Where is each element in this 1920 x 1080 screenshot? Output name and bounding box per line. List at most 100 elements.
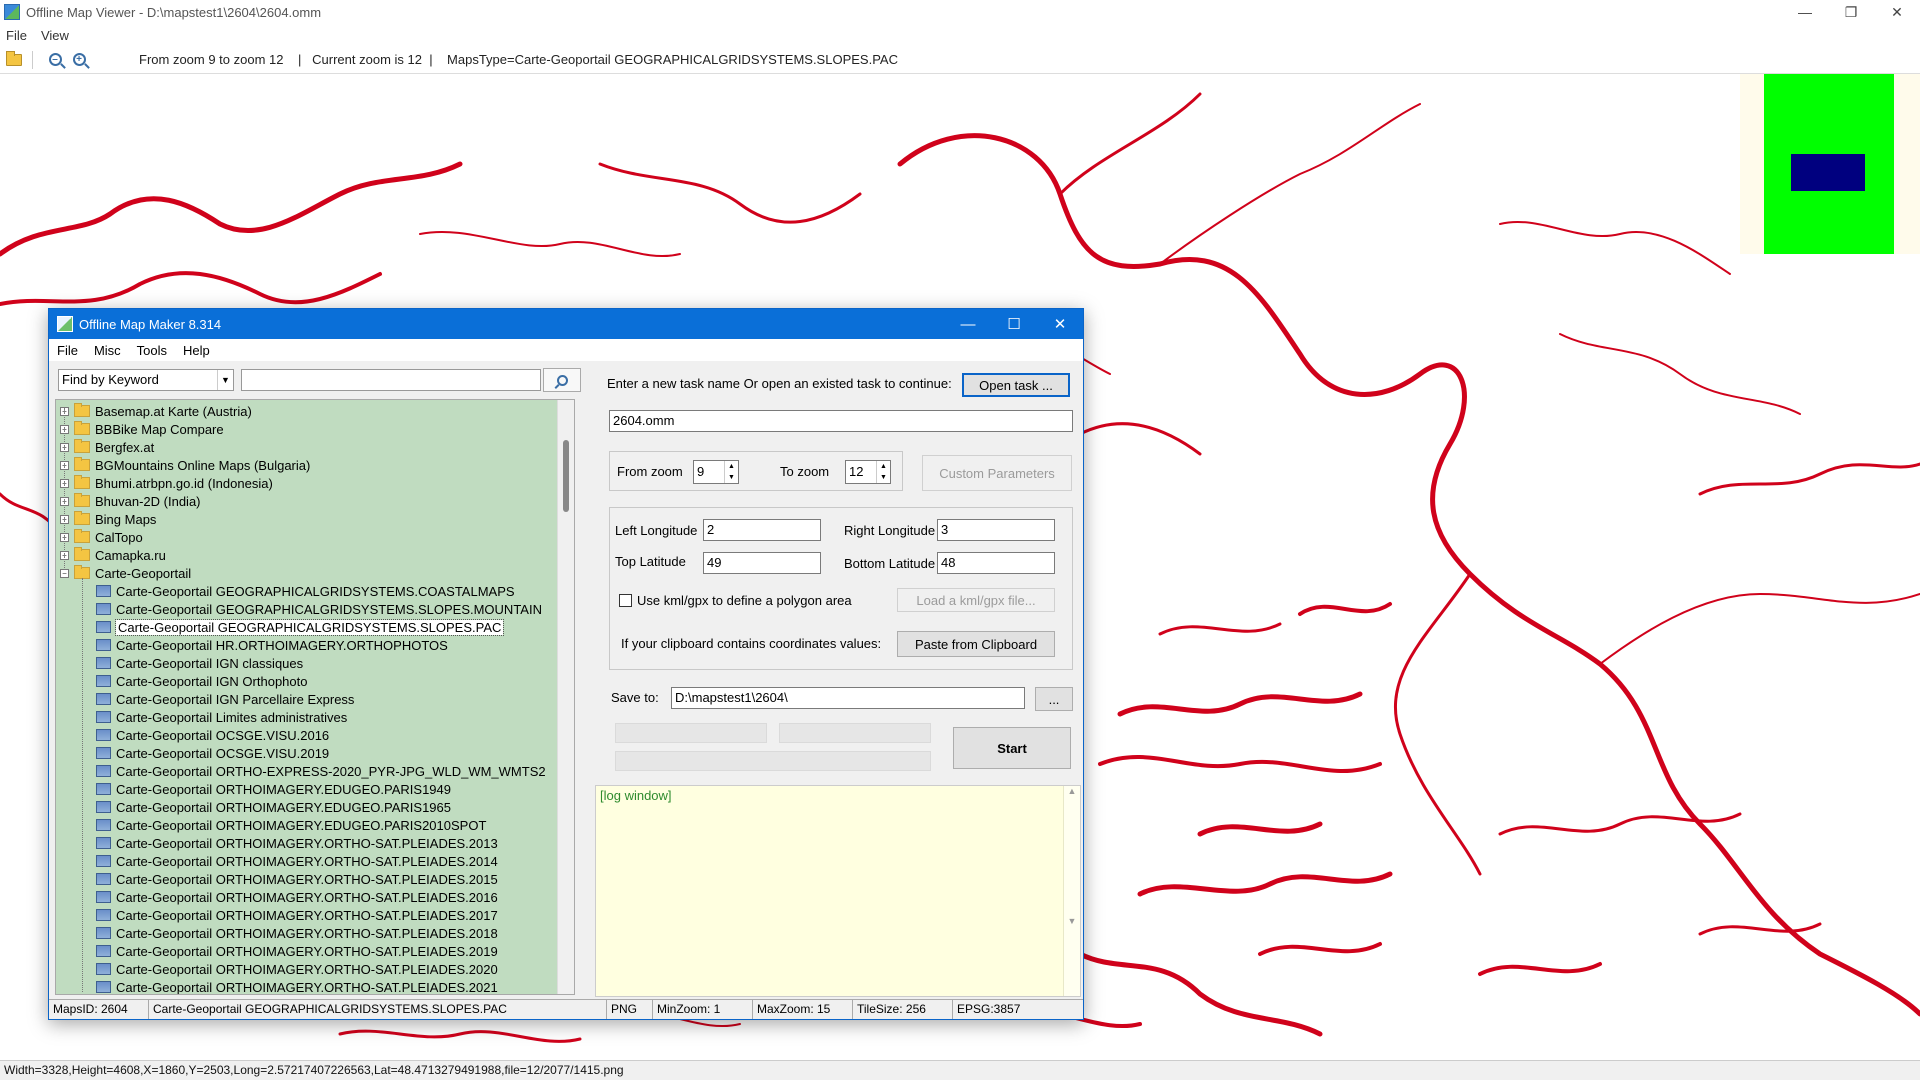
from-zoom-stepper[interactable]: 9 ▲ ▼ [693,460,739,484]
tree-map-item[interactable]: Carte-Geoportail GEOGRAPHICALGRIDSYSTEMS… [96,582,515,600]
paste-clipboard-button[interactable]: Paste from Clipboard [897,631,1055,657]
tree-map-item[interactable]: Carte-Geoportail ORTHOIMAGERY.ORTHO-SAT.… [96,870,498,888]
spin-down-icon[interactable]: ▼ [877,472,890,483]
tree-map-item[interactable]: Carte-Geoportail IGN Orthophoto [96,672,307,690]
menu-view[interactable]: View [41,28,69,43]
tree-map-item[interactable]: Carte-Geoportail ORTHOIMAGERY.EDUGEO.PAR… [96,780,451,798]
overview-minimap[interactable] [1740,74,1920,254]
tree-item-label: Basemap.at Karte (Austria) [95,403,252,419]
tree-folder[interactable]: + Bergfex.at [60,438,154,456]
close-icon[interactable]: ✕ [1874,0,1920,24]
tree-map-item[interactable]: Carte-Geoportail OCSGE.VISU.2019 [96,744,329,762]
to-zoom-stepper[interactable]: 12 ▲ ▼ [845,460,891,484]
tree-map-item[interactable]: Carte-Geoportail ORTHOIMAGERY.ORTHO-SAT.… [96,924,498,942]
tree-map-item[interactable]: Carte-Geoportail GEOGRAPHICALGRIDSYSTEMS… [96,600,542,618]
tree-folder[interactable]: + BGMountains Online Maps (Bulgaria) [60,456,310,474]
spin-down-icon[interactable]: ▼ [725,472,738,483]
custom-parameters-button[interactable]: Custom Parameters [922,455,1072,491]
tree-map-item[interactable]: Carte-Geoportail IGN classiques [96,654,303,672]
tree-item-label: Carte-Geoportail [95,565,192,581]
tree-item-label: BBBike Map Compare [95,421,224,437]
tree-map-item[interactable]: Carte-Geoportail GEOGRAPHICALGRIDSYSTEMS… [96,618,505,636]
tree-folder[interactable]: + Bing Maps [60,510,156,528]
map-layer-icon [96,783,111,795]
log-scrollbar[interactable]: ▲ ▼ [1063,786,1080,996]
restore-icon[interactable]: ❐ [1828,0,1874,24]
search-button[interactable] [543,368,581,392]
tree-map-item[interactable]: Carte-Geoportail ORTHOIMAGERY.ORTHO-SAT.… [96,942,498,960]
bottom-latitude-input[interactable]: 48 [937,552,1055,574]
save-to-label: Save to: [611,690,659,705]
tree-map-item[interactable]: Carte-Geoportail ORTHOIMAGERY.ORTHO-SAT.… [96,888,498,906]
tree-map-item[interactable]: Carte-Geoportail ORTHOIMAGERY.EDUGEO.PAR… [96,798,451,816]
tree-map-item[interactable]: Carte-Geoportail OCSGE.VISU.2016 [96,726,329,744]
minimize-icon[interactable]: — [1782,0,1828,24]
tree-item-label: Carte-Geoportail GEOGRAPHICALGRIDSYSTEMS… [116,601,542,617]
dialog-close-icon[interactable]: ✕ [1037,309,1083,339]
load-kml-button[interactable]: Load a kml/gpx file... [897,588,1055,612]
tree-map-item[interactable]: Carte-Geoportail Limites administratives [96,708,347,726]
log-window[interactable]: [log window] ▲ ▼ [595,785,1081,997]
tree-map-item[interactable]: Carte-Geoportail IGN Parcellaire Express [96,690,354,708]
tree-folder[interactable]: + Basemap.at Karte (Austria) [60,402,252,420]
find-mode-select[interactable]: Find by Keyword ▼ [58,369,234,391]
zoom-out-icon[interactable]: – [45,50,65,70]
zoom-in-icon[interactable]: + [69,50,89,70]
tree-folder[interactable]: − Carte-Geoportail [60,564,191,582]
viewer-title: Offline Map Viewer - D:\mapstest1\2604\2… [26,4,322,20]
spin-up-icon[interactable]: ▲ [877,461,890,472]
dialog-minimize-icon[interactable]: — [945,309,991,339]
viewer-toolbar: – + From zoom 9 to zoom 12 | Current zoo… [0,46,1920,74]
top-latitude-input[interactable]: 49 [703,552,821,574]
map-layer-icon [96,891,111,903]
tree-folder[interactable]: + BBBike Map Compare [60,420,224,438]
spin-up-icon[interactable]: ▲ [725,461,738,472]
overview-viewport[interactable] [1791,154,1865,191]
tree-item-label: Carte-Geoportail ORTHOIMAGERY.ORTHO-SAT.… [116,871,498,887]
browse-button[interactable]: ... [1035,687,1073,711]
tree-folder[interactable]: + Bhuvan-2D (India) [60,492,201,510]
tree-folder[interactable]: + Camapka.ru [60,546,166,564]
dialog-maximize-icon[interactable]: ☐ [991,309,1037,339]
search-input[interactable] [241,369,541,391]
tree-scrollbar[interactable] [557,400,574,994]
start-button[interactable]: Start [953,727,1071,769]
map-layer-icon [96,657,111,669]
maps-tree[interactable]: + Basemap.at Karte (Austria) + BBBike Map C… [55,399,575,995]
bottom-latitude-label: Bottom Latitude [844,556,936,571]
dlg-menu-help[interactable]: Help [183,343,210,358]
tree-map-item[interactable]: Carte-Geoportail ORTHO-EXPRESS-2020_PYR-… [96,762,546,780]
map-layer-icon [96,585,111,597]
find-mode-value: Find by Keyword [62,372,159,387]
dlg-menu-misc[interactable]: Misc [94,343,121,358]
task-name-input[interactable]: 2604.omm [609,410,1073,432]
open-folder-icon[interactable] [4,50,24,70]
tree-folder[interactable]: + Bhumi.atrbpn.go.id (Indonesia) [60,474,273,492]
tree-map-item[interactable]: Carte-Geoportail HR.ORTHOIMAGERY.ORTHOPH… [96,636,448,654]
use-kml-checkbox[interactable] [619,594,632,607]
tree-map-item[interactable]: Carte-Geoportail ORTHOIMAGERY.ORTHO-SAT.… [96,852,498,870]
tree-item-label: Carte-Geoportail ORTHOIMAGERY.ORTHO-SAT.… [116,889,498,905]
right-longitude-input[interactable]: 3 [937,519,1055,541]
dlg-menu-file[interactable]: File [57,343,78,358]
tree-map-item[interactable]: Carte-Geoportail ORTHOIMAGERY.ORTHO-SAT.… [96,834,498,852]
tree-folder[interactable]: + CalTopo [60,528,143,546]
viewer-menubar: File View [0,24,1920,46]
tree-item-label: Bhumi.atrbpn.go.id (Indonesia) [95,475,273,491]
tree-item-label: Carte-Geoportail ORTHOIMAGERY.ORTHO-SAT.… [116,907,498,923]
menu-file[interactable]: File [6,28,27,43]
dlg-menu-tools[interactable]: Tools [137,343,167,358]
tree-map-item[interactable]: Carte-Geoportail ORTHOIMAGERY.EDUGEO.PAR… [96,816,486,834]
folder-icon [74,439,90,453]
open-task-button[interactable]: Open task ... [962,373,1070,397]
status-epsg: EPSG:3857 [957,1002,1021,1016]
tree-item-label: Carte-Geoportail ORTHO-EXPRESS-2020_PYR-… [116,763,546,779]
tree-map-item[interactable]: Carte-Geoportail ORTHOIMAGERY.ORTHO-SAT.… [96,978,498,994]
folder-icon [74,529,90,543]
tree-item-label: Bhuvan-2D (India) [95,493,201,509]
tree-map-item[interactable]: Carte-Geoportail ORTHOIMAGERY.ORTHO-SAT.… [96,906,498,924]
tree-map-item[interactable]: Carte-Geoportail ORTHOIMAGERY.ORTHO-SAT.… [96,960,498,978]
chevron-down-icon[interactable]: ▼ [217,370,233,390]
left-longitude-input[interactable]: 2 [703,519,821,541]
save-path-input[interactable]: D:\mapstest1\2604\ [671,687,1025,709]
